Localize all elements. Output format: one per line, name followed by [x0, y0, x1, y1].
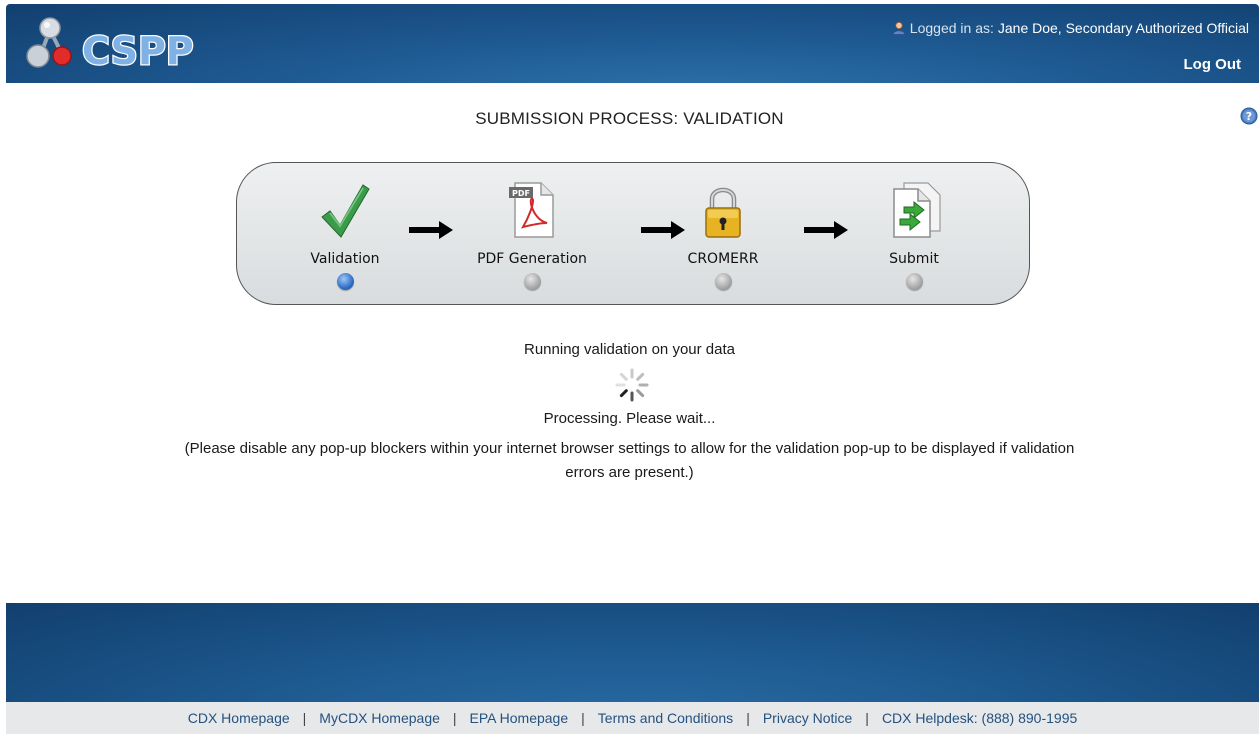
footer-link-helpdesk[interactable]: CDX Helpdesk: (888) 890-1995 — [882, 710, 1077, 726]
footer-link-epa-homepage[interactable]: EPA Homepage — [470, 710, 569, 726]
step-indicator — [714, 273, 732, 290]
submit-document-icon — [844, 173, 984, 239]
header-banner: CSPP Logged in as: Jane Doe, Secondary A… — [6, 4, 1259, 83]
step-label: PDF Generation — [477, 251, 587, 267]
footer-link-privacy[interactable]: Privacy Notice — [763, 710, 852, 726]
logout-link[interactable]: Log Out — [1184, 56, 1241, 73]
step-pdf-generation: PDF PDF Generation — [462, 173, 602, 290]
step-label: CROMERR — [687, 251, 759, 267]
footer-link-terms[interactable]: Terms and Conditions — [598, 710, 733, 726]
arrow-right-icon — [409, 221, 453, 239]
user-name: Jane Doe, Secondary Authorized Official — [997, 20, 1249, 36]
step-indicator-active — [336, 273, 354, 290]
footer-link-cdx-homepage[interactable]: CDX Homepage — [188, 710, 290, 726]
logged-in-info: Logged in as: Jane Doe, Secondary Author… — [892, 20, 1249, 36]
footer-separator: | — [865, 710, 869, 726]
loading-spinner-icon — [615, 368, 649, 402]
footer-separator: | — [746, 710, 750, 726]
footer-separator: | — [581, 710, 585, 726]
arrow-right-icon — [804, 221, 848, 239]
submission-steps-panel: Validation PDF PDF Generation CROMERR Su… — [236, 162, 1030, 305]
svg-text:?: ? — [1246, 110, 1252, 123]
step-label: Validation — [310, 251, 380, 267]
footer-separator: | — [302, 710, 307, 726]
logo-text: CSPP — [82, 29, 194, 73]
footer-separator: | — [452, 710, 457, 726]
cspp-logo[interactable]: CSPP — [22, 12, 212, 74]
svg-text:PDF: PDF — [512, 189, 530, 198]
checkmark-icon — [275, 173, 415, 239]
pdf-icon: PDF — [462, 173, 602, 239]
step-indicator — [523, 273, 541, 290]
user-icon — [892, 21, 906, 35]
footer-links: CDX Homepage | MyCDX Homepage | EPA Home… — [6, 702, 1259, 734]
step-validation: Validation — [275, 173, 415, 290]
running-status-text: Running validation on your data — [524, 341, 735, 358]
step-indicator — [905, 273, 923, 290]
processing-text: Processing. Please wait... — [543, 410, 716, 427]
step-cromerr: CROMERR — [653, 173, 793, 290]
popup-blocker-note-line1: (Please disable any pop-up blockers with… — [184, 440, 1075, 457]
lock-icon — [653, 173, 793, 239]
logged-in-label: Logged in as: — [909, 20, 994, 36]
footer-banner — [6, 603, 1259, 702]
footer-link-mycdx-homepage[interactable]: MyCDX Homepage — [319, 710, 440, 726]
help-icon[interactable]: ? — [1240, 107, 1258, 125]
step-submit: Submit — [844, 173, 984, 290]
page-title: SUBMISSION PROCESS: VALIDATION — [475, 109, 784, 128]
popup-blocker-note-line2: errors are present.) — [565, 464, 694, 481]
step-label: Submit — [889, 251, 939, 267]
